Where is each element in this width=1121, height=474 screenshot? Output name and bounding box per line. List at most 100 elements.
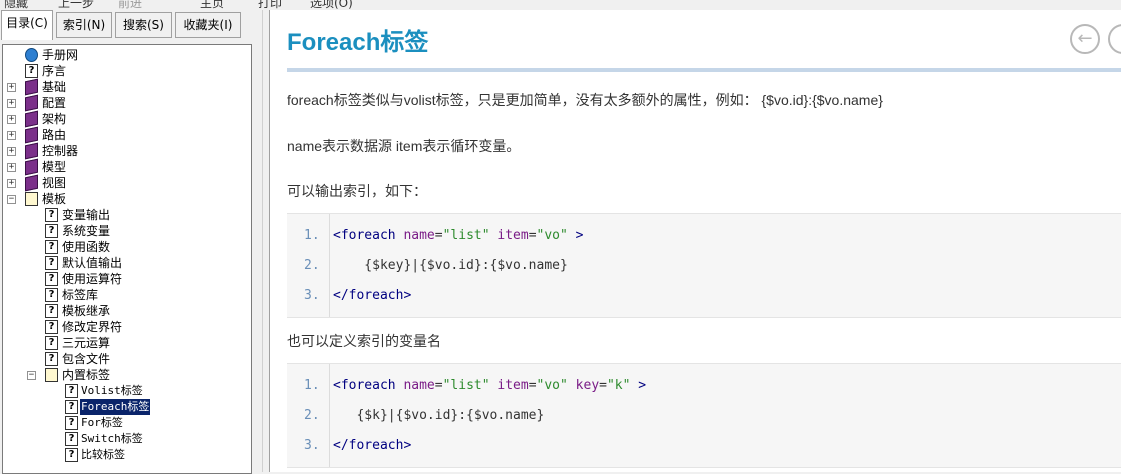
help-page-icon: ? — [45, 208, 58, 222]
title-divider — [287, 68, 1121, 72]
back-arrow-icon[interactable]: ← — [1070, 24, 1100, 54]
paragraph-name-item: name表示数据源 item表示循环变量。 — [287, 138, 521, 154]
expand-icon[interactable]: + — [7, 163, 16, 172]
tree-item-label: 架构 — [42, 112, 67, 126]
open-book-icon — [25, 192, 38, 206]
tree-item-label: 模板继承 — [62, 304, 111, 318]
expand-icon[interactable]: + — [7, 115, 16, 124]
code-value: "list" — [442, 378, 490, 393]
tree-item-label: 使用函数 — [62, 240, 111, 254]
collapse-icon[interactable]: − — [27, 371, 36, 380]
code-tag: <foreach — [333, 378, 396, 393]
line-number: 2. — [304, 258, 320, 273]
tree-item-label: 配置 — [42, 96, 67, 110]
tree-item-label: Volist标签 — [81, 384, 143, 397]
tree-item-label: 变量输出 — [62, 208, 111, 222]
code-attr: name — [403, 228, 435, 243]
tree-item-label: 包含文件 — [62, 352, 111, 366]
page-title: Foreach标签 — [287, 29, 429, 56]
help-page-icon: ? — [65, 432, 78, 446]
help-page-icon: ? — [45, 288, 58, 302]
tree-item-label: 控制器 — [42, 144, 79, 158]
tree-item-label: 基础 — [42, 80, 67, 94]
tree-item-label: 内置标签 — [62, 368, 111, 382]
contents-tree[interactable]: 手册网 ? 序言 + 基础 + 配置 + 架构 + 路由 + 控制器 + 模型 … — [2, 44, 252, 474]
tab-index[interactable]: 索引(N) — [56, 12, 112, 38]
expand-icon[interactable]: + — [7, 179, 16, 188]
line-number: 2. — [304, 408, 320, 423]
tree-item-label: 路由 — [42, 128, 67, 142]
code-tag: <foreach — [333, 228, 396, 243]
content-pane: Foreach标签 ← foreach标签类似与volist标签，只是更加简单，… — [270, 10, 1121, 472]
code-attr: item — [497, 228, 529, 243]
tree-item-label: 使用运算符 — [62, 272, 123, 286]
tree-item-label: 手册网 — [42, 48, 79, 62]
help-page-icon: ? — [45, 352, 58, 366]
nav-tabs: 目录(C) 索引(N) 搜索(S) 收藏夹(I) — [0, 10, 262, 40]
tab-contents[interactable]: 目录(C) — [1, 10, 53, 40]
code-line: <foreach name="list" item="vo" key="k" > — [333, 378, 647, 393]
help-page-icon: ? — [45, 240, 58, 254]
book-icon — [25, 126, 38, 144]
expand-icon[interactable]: + — [7, 99, 16, 108]
help-page-icon: ? — [45, 256, 58, 270]
paragraph-intro: foreach标签类似与volist标签，只是更加简单，没有太多额外的属性，例如… — [287, 92, 883, 108]
forward-arrow-icon[interactable] — [1108, 24, 1121, 54]
book-icon — [25, 142, 38, 160]
help-page-icon: ? — [65, 448, 78, 462]
collapse-icon[interactable]: − — [7, 195, 16, 204]
tree-item-label: 模型 — [42, 160, 67, 174]
book-icon — [25, 158, 38, 176]
tree-item-label: 序言 — [42, 64, 67, 78]
line-number: 3. — [304, 438, 320, 453]
book-icon — [25, 94, 38, 112]
code-line: </foreach> — [333, 438, 412, 453]
paragraph-custom-key: 也可以定义索引的变量名 — [287, 333, 441, 349]
help-page-icon: ? — [45, 320, 58, 334]
tree-item-label: 视图 — [42, 176, 67, 190]
help-page-icon: ? — [65, 384, 78, 398]
help-page-icon: ? — [45, 272, 58, 286]
tree-item-label: 修改定界符 — [62, 320, 123, 334]
expand-icon[interactable]: + — [7, 147, 16, 156]
code-attr: item — [497, 378, 529, 393]
tab-search[interactable]: 搜索(S) — [115, 12, 172, 38]
line-number: 3. — [304, 288, 320, 303]
tree-item-label-selected: Foreach标签 — [80, 399, 151, 415]
code-attr: key — [575, 378, 600, 393]
code-line: {$k}|{$vo.id}:{$vo.name} — [333, 408, 545, 423]
tree-item-label: For标签 — [81, 416, 123, 429]
tree-item-label: 默认值输出 — [62, 256, 123, 270]
book-icon — [25, 78, 38, 96]
expand-icon[interactable]: + — [7, 83, 16, 92]
tree-item-label: Switch标签 — [81, 432, 143, 445]
help-page-icon: ? — [45, 304, 58, 318]
code-tag: > — [575, 228, 584, 243]
globe-icon — [25, 48, 38, 62]
tree-item-label: 三元运算 — [62, 336, 111, 350]
line-number: 1. — [304, 378, 320, 393]
code-tag: > — [638, 378, 647, 393]
code-line: </foreach> — [333, 288, 412, 303]
help-page-icon: ? — [45, 336, 58, 350]
help-page-icon: ? — [45, 224, 58, 238]
code-line: <foreach name="list" item="vo" > — [333, 228, 584, 243]
book-icon — [25, 110, 38, 128]
open-book-icon — [45, 368, 58, 382]
code-value: "vo" — [536, 228, 568, 243]
code-block-1: 1. 2. 3. <foreach name="list" item="vo" … — [287, 213, 1121, 318]
tree-item-label: 标签库 — [62, 288, 99, 302]
code-line: {$key}|{$vo.id}:{$vo.name} — [333, 258, 568, 273]
code-attr: name — [403, 378, 435, 393]
help-page-icon: ? — [25, 64, 38, 78]
tree-item-label: 系统变量 — [62, 224, 111, 238]
pane-splitter[interactable] — [262, 10, 270, 472]
code-value: "list" — [442, 228, 490, 243]
code-block-2: 1. 2. 3. <foreach name="list" item="vo" … — [287, 363, 1121, 468]
tab-favorites[interactable]: 收藏夹(I) — [175, 12, 241, 38]
tree-item-label: 比较标签 — [81, 448, 125, 461]
code-value: "vo" — [536, 378, 568, 393]
paragraph-output-index: 可以输出索引，如下： — [287, 183, 427, 199]
expand-icon[interactable]: + — [7, 131, 16, 140]
help-page-icon: ? — [65, 400, 78, 414]
